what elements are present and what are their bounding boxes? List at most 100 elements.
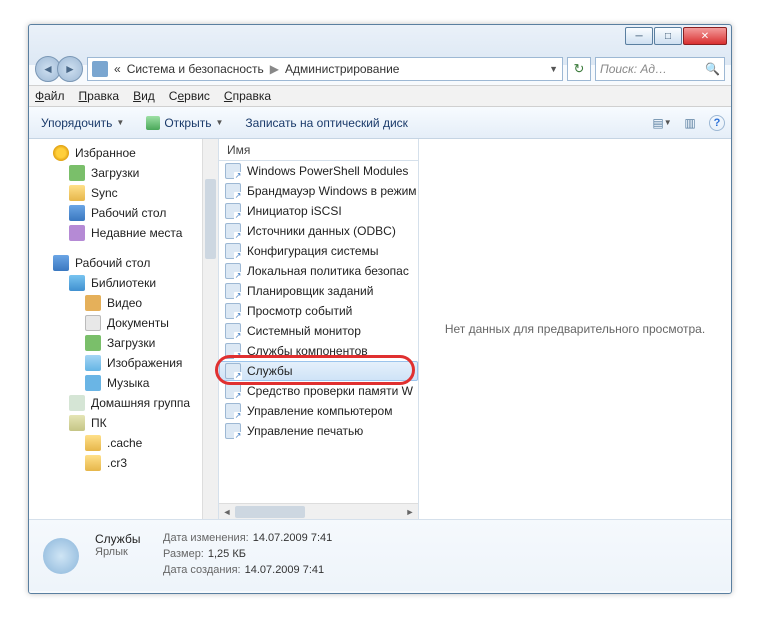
file-label: Инициатор iSCSI — [247, 204, 342, 218]
main-pane: Имя Windows PowerShell Modules Брандмауэр… — [219, 139, 731, 519]
video-icon — [85, 295, 101, 311]
file-label: Службы — [247, 364, 292, 378]
tree-item[interactable]: Документы — [29, 313, 218, 333]
tree-desktop[interactable]: Рабочий стол — [29, 253, 218, 273]
shortcut-icon — [225, 303, 241, 319]
details-row: Дата изменения:14.07.2009 7:41 — [163, 532, 332, 548]
details-type: Ярлык — [95, 546, 155, 558]
nav-tree: Избранное Загрузки Sync Рабочий стол Нед… — [29, 139, 219, 519]
file-label: Просмотр событий — [247, 304, 352, 318]
breadcrumb-sep-icon: ▶ — [270, 62, 279, 76]
forward-button[interactable]: ► — [57, 56, 83, 82]
tree-item[interactable]: Недавние места — [29, 223, 218, 243]
navbar: ◄ ► « Система и безопасность ▶ Администр… — [29, 53, 731, 85]
open-button[interactable]: Открыть ▼ — [140, 113, 229, 133]
image-icon — [85, 355, 101, 371]
address-bar[interactable]: « Система и безопасность ▶ Администриров… — [87, 57, 563, 81]
file-row[interactable]: Управление компьютером — [219, 401, 418, 421]
file-label: Источники данных (ODBC) — [247, 224, 396, 238]
burn-button[interactable]: Записать на оптический диск — [239, 113, 414, 133]
nav-buttons: ◄ ► — [35, 56, 83, 82]
titlebar: ─ □ ✕ — [29, 25, 731, 53]
file-row[interactable]: Брандмауэр Windows в режим — [219, 181, 418, 201]
pc-icon — [69, 415, 85, 431]
tree-favorites[interactable]: Избранное — [29, 143, 218, 163]
tree-pc[interactable]: ПК — [29, 413, 218, 433]
help-icon[interactable]: ? — [709, 115, 725, 131]
breadcrumb-parent[interactable]: Система и безопасность — [127, 62, 264, 76]
tree-homegroup[interactable]: Домашняя группа — [29, 393, 218, 413]
file-row[interactable]: Инициатор iSCSI — [219, 201, 418, 221]
menu-file[interactable]: Файл — [35, 89, 65, 103]
scroll-left-icon[interactable]: ◄ — [219, 505, 235, 519]
shortcut-icon — [225, 423, 241, 439]
tree-item[interactable]: Рабочий стол — [29, 203, 218, 223]
desktop-icon — [53, 255, 69, 271]
minimize-button[interactable]: ─ — [625, 27, 653, 45]
file-label: Управление печатью — [247, 424, 363, 438]
search-input[interactable]: Поиск: Ад… 🔍 — [595, 57, 725, 81]
file-label: Локальная политика безопас — [247, 264, 409, 278]
sidebar-scrollbar[interactable] — [202, 139, 218, 519]
tree-item[interactable]: Загрузки — [29, 333, 218, 353]
search-icon: 🔍 — [705, 62, 720, 76]
file-row[interactable]: Источники данных (ODBC) — [219, 221, 418, 241]
menu-tools[interactable]: Сервис — [169, 89, 210, 103]
tree-item[interactable]: .cr3 — [29, 453, 218, 473]
download-icon — [85, 335, 101, 351]
file-label: Брандмауэр Windows в режим — [247, 184, 417, 198]
file-row[interactable]: Локальная политика безопас — [219, 261, 418, 281]
view-options-icon[interactable]: ▤▼ — [653, 114, 671, 132]
file-label: Windows PowerShell Modules — [247, 164, 408, 178]
file-row[interactable]: Средство проверки памяти W — [219, 381, 418, 401]
tree-item[interactable]: Sync — [29, 183, 218, 203]
tree-item[interactable]: .cache — [29, 433, 218, 453]
file-row[interactable]: Системный монитор — [219, 321, 418, 341]
file-row[interactable]: Управление печатью — [219, 421, 418, 441]
tree-item[interactable]: Загрузки — [29, 163, 218, 183]
preview-pane-icon[interactable]: ▥ — [681, 114, 699, 132]
menu-view[interactable]: Вид — [133, 89, 155, 103]
tree-item[interactable]: Музыка — [29, 373, 218, 393]
shortcut-icon — [225, 263, 241, 279]
shortcut-icon — [225, 283, 241, 299]
tree-item[interactable]: Видео — [29, 293, 218, 313]
close-button[interactable]: ✕ — [683, 27, 727, 45]
address-dropdown-icon[interactable]: ▼ — [549, 64, 558, 74]
file-row[interactable]: Конфигурация системы — [219, 241, 418, 261]
details-row: Размер:1,25 КБ — [163, 548, 332, 564]
column-header-name[interactable]: Имя — [219, 139, 418, 161]
shortcut-icon — [225, 183, 241, 199]
file-row[interactable]: Службы — [219, 361, 418, 381]
breadcrumb-prefix: « — [114, 62, 121, 76]
content-area: Избранное Загрузки Sync Рабочий стол Нед… — [29, 139, 731, 519]
details-row: Дата создания:14.07.2009 7:41 — [163, 564, 332, 580]
desktop-icon — [69, 205, 85, 221]
maximize-button[interactable]: □ — [654, 27, 682, 45]
details-file-icon — [39, 534, 83, 578]
tree-item[interactable]: Изображения — [29, 353, 218, 373]
location-icon — [92, 61, 108, 77]
menu-edit[interactable]: Правка — [79, 89, 120, 103]
details-pane: Службы Ярлык Дата изменения:14.07.2009 7… — [29, 519, 731, 591]
shortcut-icon — [225, 363, 241, 379]
refresh-button[interactable]: ↻ — [567, 57, 591, 81]
tree-libraries[interactable]: Библиотеки — [29, 273, 218, 293]
file-row[interactable]: Службы компонентов — [219, 341, 418, 361]
scroll-right-icon[interactable]: ► — [402, 505, 418, 519]
shortcut-icon — [225, 243, 241, 259]
file-row[interactable]: Просмотр событий — [219, 301, 418, 321]
shortcut-icon — [225, 383, 241, 399]
organize-button[interactable]: Упорядочить ▼ — [35, 113, 130, 133]
menu-help[interactable]: Справка — [224, 89, 271, 103]
file-row[interactable]: Windows PowerShell Modules — [219, 161, 418, 181]
horizontal-scrollbar[interactable]: ◄ ► — [219, 503, 418, 519]
recent-icon — [69, 225, 85, 241]
toolbar: Упорядочить ▼ Открыть ▼ Записать на опти… — [29, 107, 731, 139]
star-icon — [53, 145, 69, 161]
breadcrumb-current[interactable]: Администрирование — [285, 62, 399, 76]
file-label: Средство проверки памяти W — [247, 384, 413, 398]
shortcut-icon — [225, 343, 241, 359]
file-label: Планировщик заданий — [247, 284, 373, 298]
file-row[interactable]: Планировщик заданий — [219, 281, 418, 301]
